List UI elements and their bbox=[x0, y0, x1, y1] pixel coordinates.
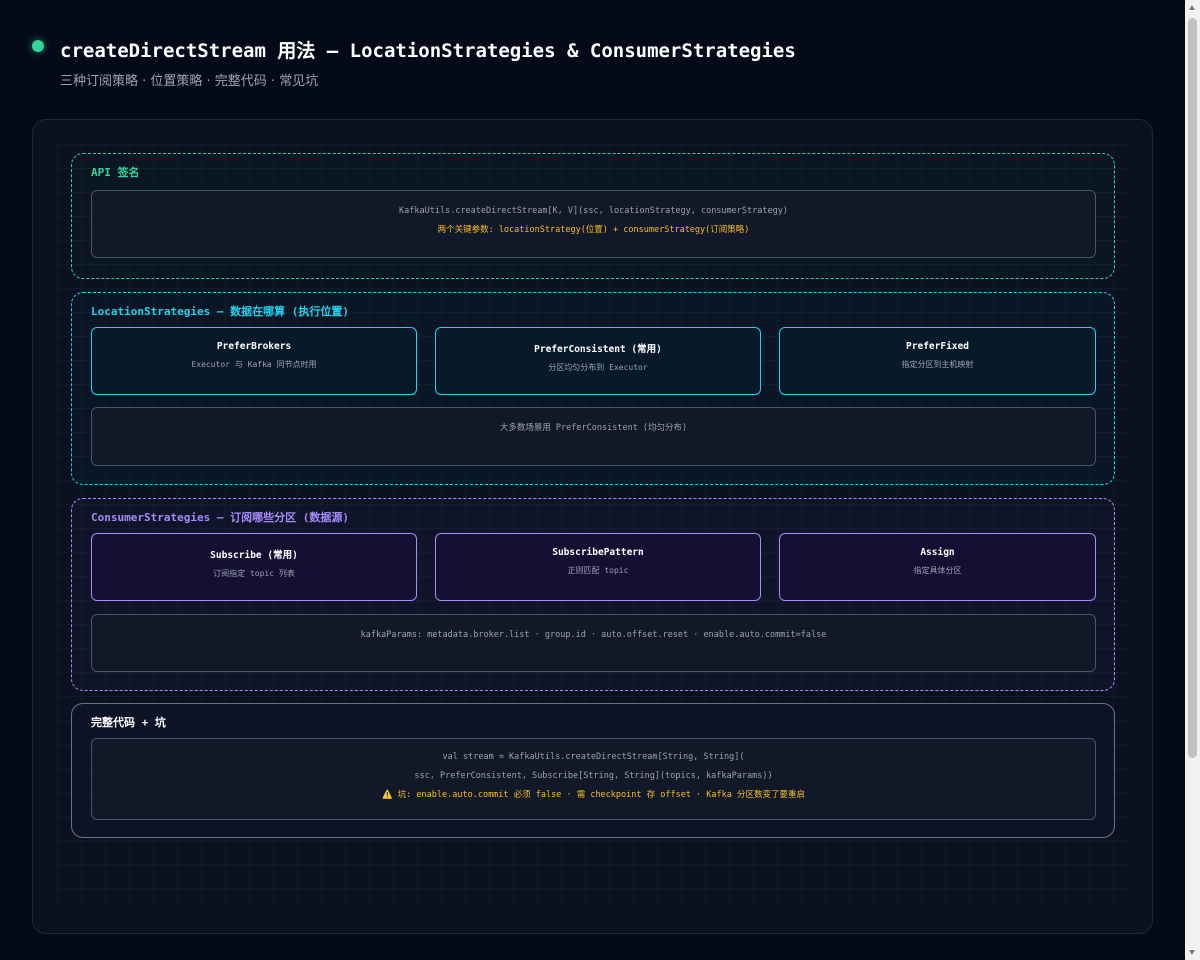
location-section-label: LocationStrategies — 数据在哪算 (执行位置) bbox=[91, 305, 349, 318]
diagram-canvas: API 签名 KafkaUtils.createDirectStream[K, … bbox=[32, 119, 1153, 934]
prefer-fixed-card: PreferFixed 指定分区到主机映射 bbox=[779, 327, 1096, 395]
page-subtitle: 三种订阅策略 · 位置策略 · 完整代码 · 常见坑 bbox=[60, 74, 319, 89]
card-title: Assign bbox=[920, 547, 955, 558]
scroll-down-arrow-icon[interactable] bbox=[1189, 950, 1195, 955]
scroll-up-arrow-icon[interactable] bbox=[1189, 5, 1195, 10]
card-title: PreferFixed bbox=[906, 341, 969, 352]
kafka-params-text: kafkaParams: metadata.broker.list · grou… bbox=[360, 630, 827, 640]
code-line-1: val stream = KafkaUtils.createDirectStre… bbox=[442, 752, 745, 762]
location-note-box: 大多数场景用 PreferConsistent (均匀分布) bbox=[91, 407, 1096, 466]
pitfalls-warning: ⚠️ 坑: enable.auto.commit 必须 false · 需 ch… bbox=[381, 790, 805, 800]
card-title: PreferBrokers bbox=[216, 341, 292, 352]
card-description: 指定具体分区 bbox=[913, 566, 962, 575]
prefer-consistent-card: PreferConsistent (常用) 分区均匀分布到 Executor bbox=[435, 327, 761, 395]
prefer-brokers-card: PreferBrokers Executor 与 Kafka 同节点时用 bbox=[91, 327, 417, 395]
location-note-text: 大多数场景用 PreferConsistent (均匀分布) bbox=[499, 423, 688, 433]
code-box: val stream = KafkaUtils.createDirectStre… bbox=[91, 738, 1096, 820]
card-description: 正则匹配 topic bbox=[567, 566, 629, 575]
api-section-label: API 签名 bbox=[91, 166, 140, 179]
assign-card: Assign 指定具体分区 bbox=[779, 533, 1096, 601]
code-section-label: 完整代码 + 坑 bbox=[91, 716, 166, 729]
consumer-section-label: ConsumerStrategies — 订阅哪些分区 (数据源) bbox=[91, 511, 349, 524]
page: createDirectStream 用法 — LocationStrategi… bbox=[0, 0, 1200, 960]
card-title: PreferConsistent (常用) bbox=[534, 344, 662, 355]
card-title: SubscribePattern bbox=[552, 547, 644, 558]
full-code-section: 完整代码 + 坑 val stream = KafkaUtils.createD… bbox=[71, 703, 1115, 838]
subscribe-pattern-card: SubscribePattern 正则匹配 topic bbox=[435, 533, 761, 601]
code-line-2: ssc, PreferConsistent, Subscribe[String,… bbox=[414, 771, 773, 781]
card-description: 订阅指定 topic 列表 bbox=[213, 569, 295, 578]
card-description: 分区均匀分布到 Executor bbox=[548, 363, 648, 372]
consumer-strategies-section: ConsumerStrategies — 订阅哪些分区 (数据源) Subscr… bbox=[71, 498, 1115, 691]
card-title: Subscribe (常用) bbox=[210, 550, 298, 561]
api-signature-text: KafkaUtils.createDirectStream[K, V](ssc,… bbox=[399, 206, 788, 216]
scrollbar-thumb[interactable] bbox=[1188, 18, 1197, 758]
kafka-params-box: kafkaParams: metadata.broker.list · grou… bbox=[91, 614, 1096, 672]
vertical-scrollbar[interactable] bbox=[1185, 0, 1200, 960]
api-signature-box: KafkaUtils.createDirectStream[K, V](ssc,… bbox=[91, 190, 1096, 258]
api-signature-section: API 签名 KafkaUtils.createDirectStream[K, … bbox=[71, 153, 1115, 279]
card-description: 指定分区到主机映射 bbox=[901, 360, 974, 369]
page-title: createDirectStream 用法 — LocationStrategi… bbox=[60, 40, 796, 62]
status-dot-icon bbox=[32, 40, 44, 52]
location-strategies-section: LocationStrategies — 数据在哪算 (执行位置) Prefer… bbox=[71, 292, 1115, 485]
card-description: Executor 与 Kafka 同节点时用 bbox=[191, 360, 317, 369]
api-key-params-note: 两个关键参数: locationStrategy(位置) + consumerS… bbox=[437, 225, 750, 235]
subscribe-card: Subscribe (常用) 订阅指定 topic 列表 bbox=[91, 533, 417, 601]
